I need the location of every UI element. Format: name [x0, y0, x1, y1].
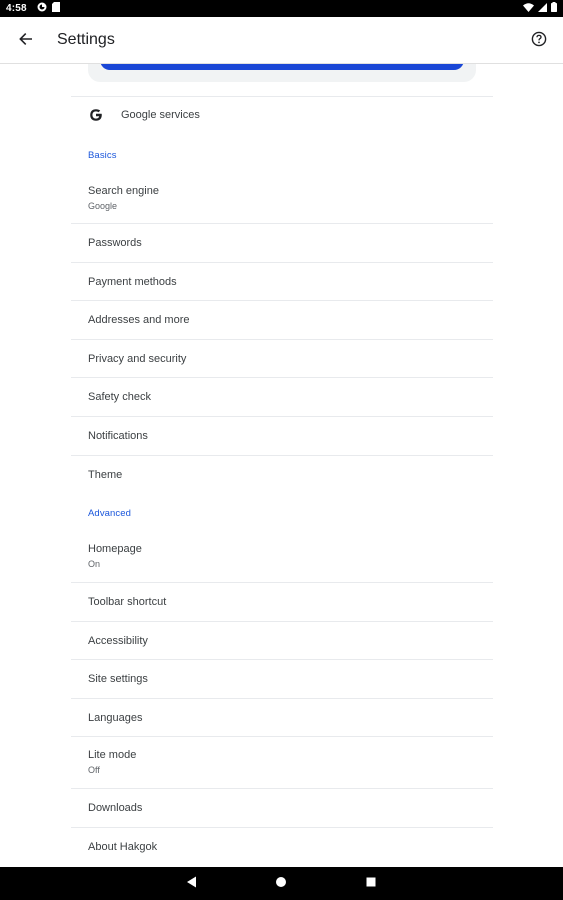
- item-title: Notifications: [88, 430, 148, 442]
- item-title: Downloads: [88, 802, 143, 814]
- item-subtitle: Off: [88, 765, 100, 775]
- section-header-advanced: Advanced: [88, 508, 132, 519]
- settings-item-accessibility[interactable]: Accessibility: [71, 622, 493, 660]
- settings-item-passwords[interactable]: Passwords: [71, 224, 493, 263]
- item-subtitle: On: [88, 559, 101, 569]
- item-title: Passwords: [88, 237, 142, 249]
- settings-item-lite-mode[interactable]: Lite mode Off: [71, 737, 493, 789]
- sd-card-icon: [51, 2, 60, 15]
- settings-item-notifications[interactable]: Notifications: [71, 417, 493, 456]
- nav-recents-button[interactable]: [363, 876, 379, 892]
- item-title: Languages: [88, 712, 143, 724]
- notification-circle-icon: [37, 2, 47, 15]
- settings-item-safety-check[interactable]: Safety check: [71, 378, 493, 417]
- section-header-basics: Basics: [88, 150, 117, 161]
- item-title: Site settings: [88, 673, 148, 685]
- settings-item-payment-methods[interactable]: Payment methods: [71, 263, 493, 301]
- settings-item-site-settings[interactable]: Site settings: [71, 660, 493, 699]
- sign-in-button[interactable]: [100, 64, 464, 70]
- google-g-icon: [89, 108, 103, 122]
- item-title: Accessibility: [88, 635, 148, 647]
- item-title: Addresses and more: [88, 314, 190, 326]
- home-circle-icon: [275, 875, 287, 893]
- item-title: Payment methods: [88, 276, 177, 288]
- google-services-item[interactable]: Google services: [71, 97, 493, 135]
- nav-home-button[interactable]: [273, 876, 289, 892]
- google-services-label: Google services: [121, 109, 200, 121]
- item-subtitle: Google: [88, 201, 118, 211]
- back-button[interactable]: [14, 29, 38, 53]
- item-title: Lite mode: [88, 749, 137, 761]
- settings-list[interactable]: Google services Basics Search engine Goo…: [0, 64, 563, 867]
- status-right: [523, 2, 557, 15]
- item-title: About Hakgok: [88, 841, 158, 853]
- back-triangle-icon: [186, 875, 198, 893]
- item-title: Homepage: [88, 543, 142, 555]
- app-bar: Settings: [0, 17, 563, 64]
- nav-back-button[interactable]: [184, 876, 200, 892]
- status-time: 4:58: [6, 3, 27, 14]
- status-left: 4:58: [6, 2, 60, 15]
- settings-item-homepage[interactable]: Homepage On: [71, 532, 493, 583]
- settings-item-toolbar-shortcut[interactable]: Toolbar shortcut: [71, 583, 493, 622]
- battery-icon: [551, 2, 557, 15]
- recents-square-icon: [365, 875, 377, 893]
- arrow-back-icon: [18, 31, 34, 52]
- settings-item-about[interactable]: About Hakgok: [71, 828, 493, 867]
- settings-item-search-engine[interactable]: Search engine Google: [71, 174, 493, 224]
- item-title: Search engine: [88, 185, 159, 197]
- system-nav-bar: [0, 867, 563, 900]
- help-circle-icon: [531, 31, 547, 52]
- page-title: Settings: [57, 31, 115, 48]
- help-button[interactable]: [527, 29, 551, 53]
- settings-item-languages[interactable]: Languages: [71, 699, 493, 737]
- settings-item-downloads[interactable]: Downloads: [71, 789, 493, 828]
- wifi-icon: [523, 2, 534, 15]
- status-bar: 4:58: [0, 0, 563, 17]
- settings-item-privacy[interactable]: Privacy and security: [71, 340, 493, 378]
- item-title: Theme: [88, 469, 123, 481]
- item-title: Toolbar shortcut: [88, 596, 167, 608]
- signal-icon: [538, 2, 547, 15]
- item-title: Privacy and security: [88, 353, 187, 365]
- settings-item-theme[interactable]: Theme: [71, 456, 493, 494]
- item-title: Safety check: [88, 391, 151, 403]
- settings-item-addresses[interactable]: Addresses and more: [71, 301, 493, 340]
